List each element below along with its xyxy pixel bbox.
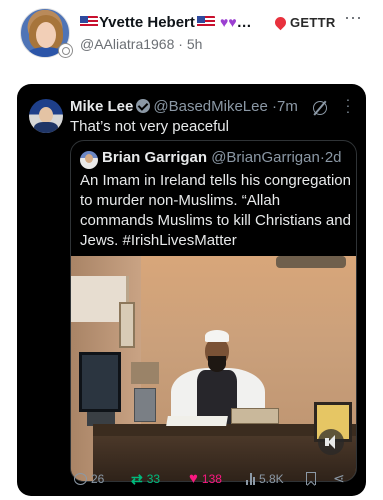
author-name-row[interactable]: Yvette Hebert ♥♥… — [80, 14, 252, 31]
share-button[interactable]: ⋖ — [333, 470, 345, 486]
author-name: Yvette Hebert — [99, 14, 195, 31]
reply-icon — [74, 473, 87, 485]
embed-author-handle[interactable]: @BasedMikeLee — [153, 98, 267, 115]
embed-post-text: That’s not very peaceful — [70, 118, 229, 135]
embed-author-row: Mike Lee @BasedMikeLee ·7m — [70, 98, 298, 115]
name-truncation: … — [236, 14, 252, 31]
quoted-post-text: An Imam in Ireland tells his congregatio… — [80, 172, 351, 249]
post-more-button[interactable]: ⋯ — [344, 8, 363, 29]
quoted-author-avatar[interactable] — [80, 151, 98, 169]
author-handle: @AAliatra1968 — [80, 36, 175, 52]
views-button[interactable]: 5.8K — [246, 472, 284, 486]
like-count: 138 — [201, 472, 222, 486]
us-flag-icon — [80, 16, 98, 28]
heart-emoji-icon: ♥ — [228, 14, 237, 30]
grok-icon[interactable] — [313, 101, 327, 115]
views-count: 5.8K — [259, 472, 284, 486]
verified-check-icon — [136, 99, 151, 113]
post-actions-bar: 26 ⇄ 33 ♥ 138 5.8K ⋖ — [0, 466, 383, 494]
post-time: 5h — [186, 36, 203, 52]
bookmark-icon — [306, 472, 316, 485]
us-flag-icon — [196, 16, 215, 28]
embedded-post-card[interactable]: Mike Lee @BasedMikeLee ·7m · · · That’s not… — [17, 84, 366, 496]
embed-author-avatar[interactable] — [29, 99, 63, 133]
post-header: Yvette Hebert ♥♥… @AAliatra1968 · 5h GET… — [0, 0, 383, 70]
repost-icon: ⇄ — [131, 471, 143, 487]
quoted-post-time: 2d — [324, 149, 342, 166]
bookmark-button[interactable] — [306, 472, 316, 485]
quoted-author-handle[interactable]: @BrianGarrigan — [211, 149, 320, 166]
quoted-author-name[interactable]: Brian Garrigan — [102, 149, 207, 166]
repost-button[interactable]: ⇄ 33 — [131, 472, 160, 486]
views-icon — [246, 473, 255, 485]
verification-badge-icon — [58, 43, 73, 58]
embed-post-time: 7m — [277, 98, 298, 115]
repost-count: 33 — [146, 472, 161, 486]
mute-toggle-icon[interactable] — [318, 429, 344, 455]
gettr-logo-icon — [272, 14, 289, 31]
quoted-post[interactable]: Brian Garrigan @BrianGarrigan·2d An Imam… — [70, 140, 357, 482]
embed-more-button[interactable]: · · · — [345, 92, 351, 118]
reply-count: 26 — [91, 472, 105, 486]
gettr-label: GETTR — [290, 15, 336, 30]
embed-author-name[interactable]: Mike Lee — [70, 98, 133, 115]
gettr-brand[interactable]: GETTR — [272, 14, 336, 31]
separator-dot: · — [178, 36, 183, 52]
author-handle-row: @AAliatra1968 · 5h — [80, 36, 202, 52]
quoted-author-row: Brian Garrigan @BrianGarrigan·2d — [102, 149, 342, 166]
video-player[interactable] — [71, 256, 356, 481]
like-button[interactable]: ♥ 138 — [189, 470, 222, 487]
heart-icon: ♥ — [189, 470, 198, 487]
reply-button[interactable]: 26 — [74, 472, 104, 486]
share-icon: ⋖ — [333, 470, 345, 486]
